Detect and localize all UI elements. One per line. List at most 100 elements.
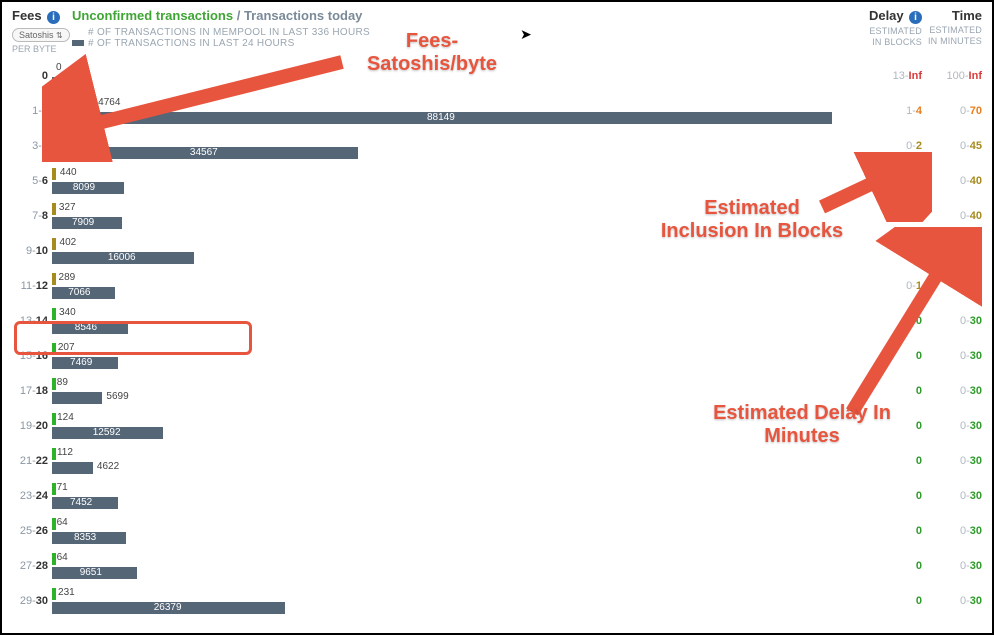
bar-mempool[interactable] [52, 203, 56, 215]
bar-24h-value: 7452 [70, 497, 92, 508]
bucket-label: 13-14 [12, 315, 52, 327]
bar-group: 717452 [52, 478, 862, 513]
bucket-label: 3-4 [12, 140, 52, 152]
time-value: 0-30 [922, 560, 982, 572]
bar-mempool[interactable] [52, 343, 56, 355]
bar-24h-value: 16006 [108, 252, 136, 263]
bar-mempool[interactable] [52, 553, 56, 565]
bar-group: 207 7469 [52, 338, 862, 373]
fee-row: 1-24764881491-40-70 [12, 93, 982, 128]
unit-select[interactable]: Satoshis ⇅ [12, 28, 70, 42]
bar-24h-value: 5 [56, 76, 62, 87]
time-value: 0-70 [922, 105, 982, 117]
delay-value: 0-1 [862, 280, 922, 292]
bar-mempool[interactable] [52, 378, 56, 390]
bar-mempool-value: 4764 [98, 97, 120, 108]
bar-group: 12412592 [52, 408, 862, 443]
delay-value: 0 [862, 385, 922, 397]
fee-row: 25-2664835300-30 [12, 513, 982, 548]
bar-mempool[interactable] [52, 168, 56, 180]
bar-mempool-value: 64 [57, 552, 68, 563]
delay-value: 0-1 [862, 245, 922, 257]
time-value: 0-30 [922, 455, 982, 467]
bar-24h-value: 26379 [154, 602, 182, 613]
bar-mempool[interactable] [52, 588, 56, 600]
info-icon[interactable]: i [47, 11, 60, 24]
fee-row: 9-10402160060-10-35 [12, 233, 982, 268]
unconfirmed-label: Unconfirmed transactions [72, 8, 233, 23]
chart-rows: 00513-Inf100-Inf1-24764881491-40-703-410… [2, 58, 992, 618]
time-value: 0-40 [922, 210, 982, 222]
fees-heading: Fees [12, 8, 42, 23]
bar-group: 23126379 [52, 583, 862, 618]
bar-mempool[interactable] [52, 483, 56, 495]
time-heading: Time [922, 8, 982, 23]
bucket-label: 9-10 [12, 245, 52, 257]
bar-mempool[interactable] [52, 98, 94, 110]
info-icon[interactable]: i [909, 11, 922, 24]
delay-value: 0 [862, 420, 922, 432]
time-value: 0-40 [922, 175, 982, 187]
delay-value: 0 [862, 560, 922, 572]
fee-row: 13-14340854600-30 [12, 303, 982, 338]
fee-row: 15-16207746900-30 [12, 338, 982, 373]
bar-mempool-value: 64 [57, 517, 68, 528]
bar-24h-value: 8546 [75, 322, 97, 333]
delay-heading: Delay [869, 8, 904, 23]
time-value: 100-Inf [922, 70, 982, 82]
bucket-label: 19-20 [12, 420, 52, 432]
bar-group: 476488149 [52, 93, 862, 128]
bar-group: 112 4622 [52, 443, 862, 478]
legend-mempool: # OF TRANSACTIONS IN MEMPOOL IN LAST 336… [72, 27, 862, 38]
bucket-label: 21-22 [12, 455, 52, 467]
bar-group: 649651 [52, 548, 862, 583]
fee-row: 00513-Inf100-Inf [12, 58, 982, 93]
bar-group: 40216006 [52, 233, 862, 268]
delay-value: 0 [862, 595, 922, 607]
fee-row: 5-644080990-10-40 [12, 163, 982, 198]
fee-row: 19-201241259200-30 [12, 408, 982, 443]
bar-mempool-value: 124 [57, 412, 74, 423]
bucket-label: 17-18 [12, 385, 52, 397]
bar-mempool-value: 89 [57, 377, 68, 388]
bar-mempool-value: 112 [57, 447, 73, 458]
bucket-label: 11-12 [12, 280, 52, 292]
bar-24h-value: 4622 [97, 461, 119, 472]
fee-row: 11-1228970660-10-35 [12, 268, 982, 303]
fee-row: 29-302312637900-30 [12, 583, 982, 618]
legend-swatch-24h [72, 40, 84, 46]
bar-mempool[interactable] [52, 308, 56, 320]
fee-row: 3-41035345670-20-45 [12, 128, 982, 163]
time-value: 0-30 [922, 490, 982, 502]
time-value: 0-30 [922, 525, 982, 537]
delay-value: 13-Inf [862, 70, 922, 82]
bar-mempool-value: 340 [59, 307, 76, 318]
time-value: 0-35 [922, 280, 982, 292]
bucket-label: 25-26 [12, 525, 52, 537]
bar-mempool[interactable] [52, 413, 56, 425]
bar-24h-value: 7469 [70, 357, 92, 368]
bucket-label: 27-28 [12, 560, 52, 572]
bar-mempool-value: 207 [58, 342, 75, 353]
delay-subheading: ESTIMATED IN BLOCKS [862, 26, 922, 48]
delay-value: 0 [862, 455, 922, 467]
bucket-label: 0 [12, 70, 52, 82]
bar-24h[interactable] [52, 462, 93, 474]
bar-group: 05 [52, 58, 862, 93]
bar-mempool[interactable] [52, 273, 56, 285]
delay-value: 0-1 [862, 210, 922, 222]
bar-mempool[interactable] [52, 518, 56, 530]
unit-select-label: Satoshis [19, 30, 54, 40]
bar-group: 340 8546 [52, 303, 862, 338]
bar-group: 2897066 [52, 268, 862, 303]
bar-mempool[interactable] [52, 448, 56, 460]
bar-24h[interactable] [52, 392, 102, 404]
unit-sublabel: PER BYTE [12, 44, 72, 54]
bar-mempool[interactable] [52, 238, 56, 250]
time-value: 0-30 [922, 595, 982, 607]
bar-mempool[interactable] [52, 133, 61, 145]
bar-group: 89 5699 [52, 373, 862, 408]
bar-group: 3277909 [52, 198, 862, 233]
bar-24h-value: 5699 [106, 391, 128, 402]
delay-value: 0 [862, 490, 922, 502]
